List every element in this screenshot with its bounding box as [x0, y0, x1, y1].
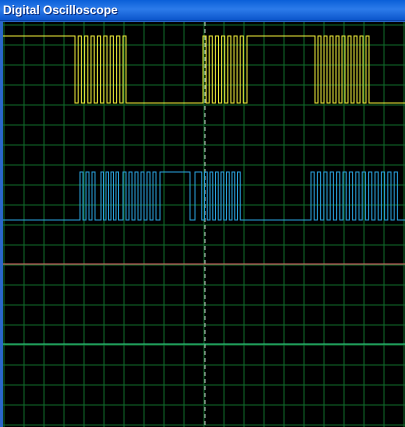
scope-canvas	[3, 22, 405, 427]
oscilloscope-window: Digital Oscilloscope	[0, 0, 405, 427]
title-bar[interactable]: Digital Oscilloscope	[0, 0, 405, 21]
scope-display	[3, 22, 405, 427]
window-title: Digital Oscilloscope	[3, 3, 118, 17]
channel-2-trace	[3, 171, 405, 221]
